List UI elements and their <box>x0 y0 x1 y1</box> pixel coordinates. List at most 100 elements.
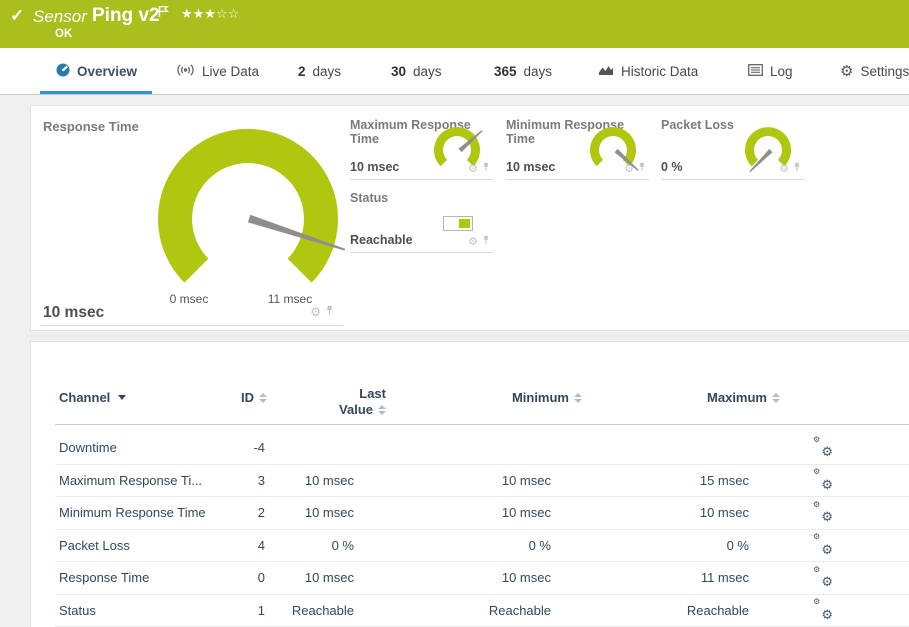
priority-stars[interactable]: ★★★☆☆ <box>181 7 239 22</box>
channel-id: 3 <box>258 465 265 497</box>
sensor-header: ✓ Sensor Ping v2 ★★★☆☆ OK <box>0 0 909 48</box>
channel-name[interactable]: Packet Loss <box>59 530 130 562</box>
table-row: Response Time 0 10 msec 10 msec 11 msec … <box>55 562 909 595</box>
tab-settings[interactable]: ⚙ Settings <box>840 48 909 94</box>
gear-icon[interactable]: ⚙ <box>468 163 478 174</box>
sensor-title: Ping v2 <box>92 5 160 27</box>
channel-name[interactable]: Minimum Response Time <box>59 497 206 529</box>
status-field-cell: Status Reachable ⚙ <box>350 189 493 253</box>
column-header-last-value[interactable]: Last Value <box>339 386 386 417</box>
sensor-status-badge: OK <box>55 28 72 40</box>
tab-log[interactable]: Log <box>748 48 793 94</box>
channel-rows: Downtime -4 ⚙⚙ Maximum Response Ti... 3 … <box>55 432 909 627</box>
pin-icon[interactable] <box>482 159 490 177</box>
table-row: Minimum Response Time 2 10 msec 10 msec … <box>55 497 909 530</box>
pin-icon[interactable] <box>325 303 334 321</box>
sensor-kind-label: Sensor <box>33 7 87 27</box>
channel-settings-icon[interactable]: ⚙⚙ <box>813 600 833 620</box>
gauge-value: 10 msec <box>506 160 555 174</box>
column-label: Maximum <box>707 390 767 405</box>
last-value: 0 % <box>332 530 354 562</box>
gear-icon[interactable]: ⚙ <box>310 306 321 318</box>
channel-settings-icon[interactable]: ⚙⚙ <box>813 437 833 457</box>
channels-table-panel: Channel ID Last Value Minimum Maximum Do… <box>30 341 909 627</box>
gear-icon[interactable]: ⚙ <box>779 163 789 174</box>
channel-id: 1 <box>258 595 265 627</box>
column-header-minimum[interactable]: Minimum <box>512 390 582 405</box>
minimum-value: 10 msec <box>502 497 551 529</box>
flag-icon[interactable] <box>158 5 169 23</box>
gauge-arc <box>153 124 343 314</box>
column-label: Minimum <box>512 390 569 405</box>
min-response-time-gauge-cell: Minimum Response Time 10 msec ⚙ <box>506 116 649 180</box>
active-tab-underline <box>40 91 152 94</box>
pin-icon[interactable] <box>638 159 646 177</box>
tab-live-data[interactable]: Live Data <box>176 48 259 94</box>
gauge-value: 10 msec <box>43 304 104 322</box>
tab-label: Log <box>770 64 793 79</box>
gauge-value: 0 % <box>661 160 683 174</box>
tab-label: Overview <box>77 64 137 79</box>
tab-label: Settings <box>860 64 909 79</box>
channel-name[interactable]: Maximum Response Ti... <box>59 465 202 497</box>
gauge-scale-min: 0 msec <box>159 292 219 306</box>
column-header-channel[interactable]: Channel <box>59 390 126 405</box>
sort-icon <box>378 405 386 415</box>
gauges-panel: Response Time 0 msec 11 msec 10 msec ⚙ M… <box>30 105 909 331</box>
pin-icon[interactable] <box>793 159 801 177</box>
channel-id: 4 <box>258 530 265 562</box>
gauge-title: Response Time <box>43 119 139 134</box>
table-row: Packet Loss 4 0 % 0 % 0 % ⚙⚙ <box>55 530 909 563</box>
maximum-value: 0 % <box>727 530 749 562</box>
status-check-icon: ✓ <box>10 6 24 26</box>
channel-id: 2 <box>258 497 265 529</box>
live-broadcast-icon <box>176 63 195 80</box>
tab-2-days[interactable]: 2 days <box>298 48 341 94</box>
gauge-value: 10 msec <box>350 160 399 174</box>
channel-name[interactable]: Downtime <box>59 432 117 464</box>
tab-number: 2 <box>298 64 306 79</box>
gauge-title: Packet Loss <box>661 118 734 132</box>
tab-number: 365 <box>494 64 517 79</box>
column-header-maximum[interactable]: Maximum <box>707 390 780 405</box>
tab-overview[interactable]: Overview <box>56 48 137 94</box>
channel-settings-icon[interactable]: ⚙⚙ <box>813 470 833 490</box>
channel-name[interactable]: Status <box>59 595 96 627</box>
column-label: ID <box>241 390 254 405</box>
response-time-gauge-cell: Response Time 0 msec 11 msec 10 msec ⚙ <box>41 116 343 326</box>
table-row: Downtime -4 ⚙⚙ <box>55 432 909 465</box>
maximum-value: 15 msec <box>700 465 749 497</box>
tab-label: Live Data <box>202 64 259 79</box>
channel-name[interactable]: Response Time <box>59 562 149 594</box>
tab-30-days[interactable]: 30 days <box>391 48 442 94</box>
gauge-icon <box>56 63 70 80</box>
channel-settings-icon[interactable]: ⚙⚙ <box>813 502 833 522</box>
last-value: Reachable <box>292 595 354 627</box>
pin-icon[interactable] <box>482 232 490 250</box>
last-value: 10 msec <box>305 562 354 594</box>
prtg-sensor-page: ✓ Sensor Ping v2 ★★★☆☆ OK Overview <box>0 0 909 627</box>
last-value: 10 msec <box>305 497 354 529</box>
gear-icon[interactable]: ⚙ <box>624 163 634 174</box>
column-label: Last <box>359 386 386 401</box>
tab-label: days <box>313 64 342 79</box>
sorted-desc-icon <box>118 395 126 400</box>
gear-icon[interactable]: ⚙ <box>468 236 478 247</box>
channel-settings-icon[interactable]: ⚙⚙ <box>813 535 833 555</box>
status-field-title: Status <box>350 191 388 205</box>
channel-id: -4 <box>253 432 265 464</box>
tab-historic-data[interactable]: Historic Data <box>598 48 698 94</box>
column-label: Channel <box>59 390 110 405</box>
status-field-value: Reachable <box>350 233 413 247</box>
log-list-icon <box>748 64 763 79</box>
tab-number: 30 <box>391 64 406 79</box>
maximum-value: Reachable <box>687 595 749 627</box>
tab-365-days[interactable]: 365 days <box>494 48 552 94</box>
channel-settings-icon[interactable]: ⚙⚙ <box>813 567 833 587</box>
table-row: Status 1 Reachable Reachable Reachable ⚙… <box>55 595 909 627</box>
minimum-value: Reachable <box>489 595 551 627</box>
table-row: Maximum Response Ti... 3 10 msec 10 msec… <box>55 465 909 498</box>
column-header-id[interactable]: ID <box>241 390 267 405</box>
tab-label: Historic Data <box>621 64 698 79</box>
last-value: 10 msec <box>305 465 354 497</box>
